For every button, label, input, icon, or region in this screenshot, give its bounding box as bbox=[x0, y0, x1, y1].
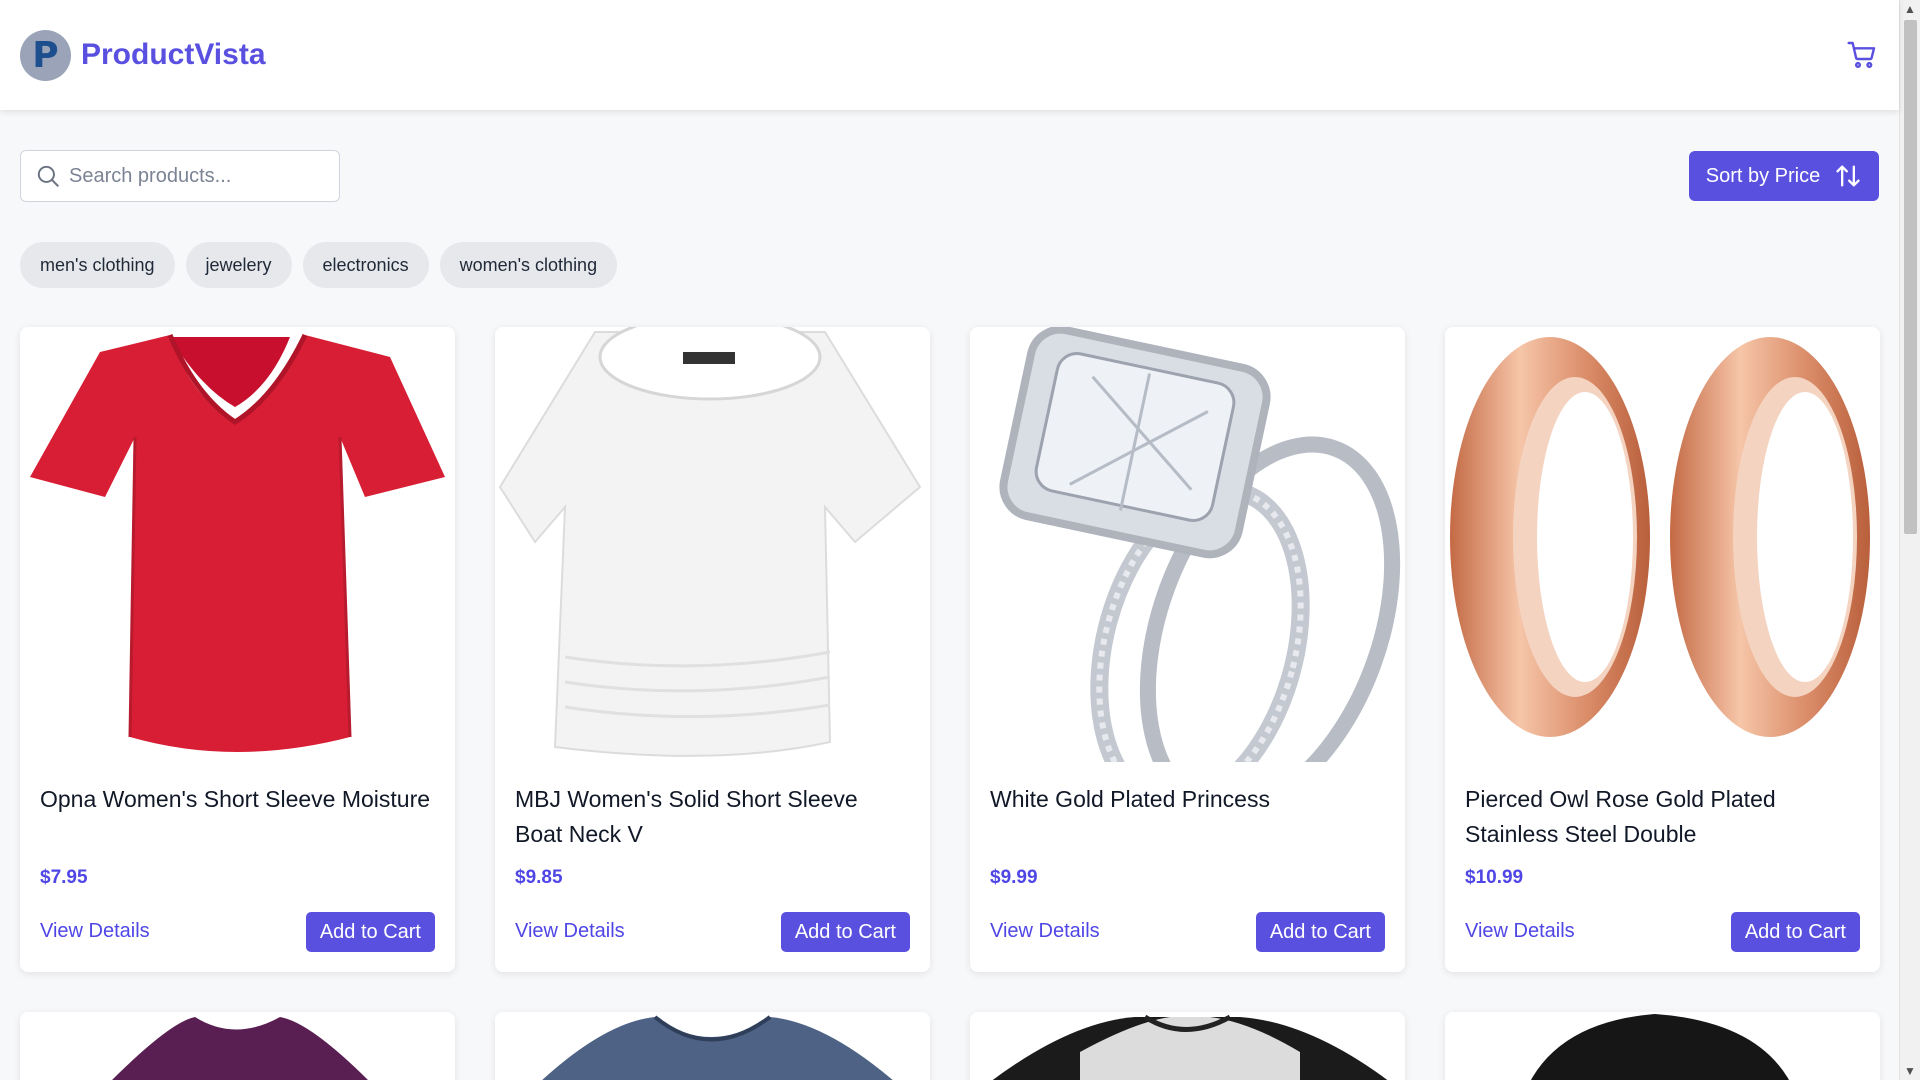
product-title: Opna Women's Short Sleeve Moisture bbox=[40, 786, 431, 812]
product-card bbox=[495, 1012, 930, 1080]
product-card: White Gold Plated Princess $9.99 View De… bbox=[970, 327, 1405, 972]
category-filters: men's clothing jewelery electronics wome… bbox=[20, 242, 618, 288]
view-details-link[interactable]: View Details bbox=[1465, 920, 1575, 943]
cart-icon[interactable] bbox=[1845, 38, 1879, 72]
product-card: Pierced Owl Rose Gold Plated Stainless S… bbox=[1445, 327, 1880, 972]
product-image-white-top[interactable] bbox=[495, 327, 930, 762]
search-input[interactable] bbox=[69, 164, 325, 188]
sort-arrows-icon bbox=[1836, 165, 1860, 187]
view-details-link[interactable]: View Details bbox=[40, 920, 150, 943]
product-card bbox=[970, 1012, 1405, 1080]
scroll-up-arrow-icon[interactable]: ▲ bbox=[1903, 2, 1917, 16]
product-title: MBJ Women's Solid Short Sleeve Boat Neck… bbox=[515, 786, 858, 847]
add-to-cart-button[interactable]: Add to Cart bbox=[780, 912, 910, 952]
product-image-rose-gold-tunnels[interactable] bbox=[1445, 327, 1880, 762]
product-title: Pierced Owl Rose Gold Plated Stainless S… bbox=[1465, 786, 1776, 847]
add-to-cart-button[interactable]: Add to Cart bbox=[305, 912, 435, 952]
product-grid: Opna Women's Short Sleeve Moisture $7.95… bbox=[20, 327, 1880, 1080]
search-box[interactable] bbox=[20, 150, 340, 202]
top-header: P ProductVista bbox=[0, 0, 1899, 110]
product-image-diamond-ring[interactable] bbox=[970, 327, 1405, 762]
logo-icon: P bbox=[20, 29, 71, 81]
product-image-raglan-henley[interactable] bbox=[970, 1012, 1405, 1080]
product-card: MBJ Women's Solid Short Sleeve Boat Neck… bbox=[495, 327, 930, 972]
page-scrollbar[interactable]: ▲ ▼ bbox=[1899, 0, 1920, 1080]
sort-button-label: Sort by Price bbox=[1705, 164, 1821, 187]
product-image-red-tshirt[interactable] bbox=[20, 327, 455, 762]
view-details-link[interactable]: View Details bbox=[990, 920, 1100, 943]
product-card bbox=[20, 1012, 455, 1080]
scroll-down-arrow-icon[interactable]: ▼ bbox=[1903, 1064, 1917, 1078]
brand[interactable]: P ProductVista bbox=[20, 29, 266, 81]
add-to-cart-button[interactable]: Add to Cart bbox=[1730, 912, 1860, 952]
category-chip-womens-clothing[interactable]: women's clothing bbox=[439, 242, 618, 288]
product-image-purple-tshirt[interactable] bbox=[20, 1012, 455, 1080]
scrollbar-thumb[interactable] bbox=[1904, 20, 1917, 534]
add-to-cart-button[interactable]: Add to Cart bbox=[1255, 912, 1385, 952]
product-price: $10.99 bbox=[1465, 867, 1524, 888]
product-price: $9.99 bbox=[990, 867, 1038, 888]
view-details-link[interactable]: View Details bbox=[515, 920, 625, 943]
product-title: White Gold Plated Princess bbox=[990, 786, 1270, 812]
category-chip-mens-clothing[interactable]: men's clothing bbox=[20, 242, 175, 288]
product-price: $9.85 bbox=[515, 867, 563, 888]
product-price: $7.95 bbox=[40, 867, 88, 888]
brand-name: ProductVista bbox=[81, 38, 266, 71]
sort-by-price-button[interactable]: Sort by Price bbox=[1689, 151, 1879, 201]
product-card bbox=[1445, 1012, 1880, 1080]
product-image-black-hoodie[interactable] bbox=[1445, 1012, 1880, 1080]
category-chip-electronics[interactable]: electronics bbox=[302, 242, 429, 288]
search-icon bbox=[37, 165, 59, 187]
product-image-blue-tshirt[interactable] bbox=[495, 1012, 930, 1080]
product-card: Opna Women's Short Sleeve Moisture $7.95… bbox=[20, 327, 455, 972]
category-chip-jewelery[interactable]: jewelery bbox=[185, 242, 292, 288]
